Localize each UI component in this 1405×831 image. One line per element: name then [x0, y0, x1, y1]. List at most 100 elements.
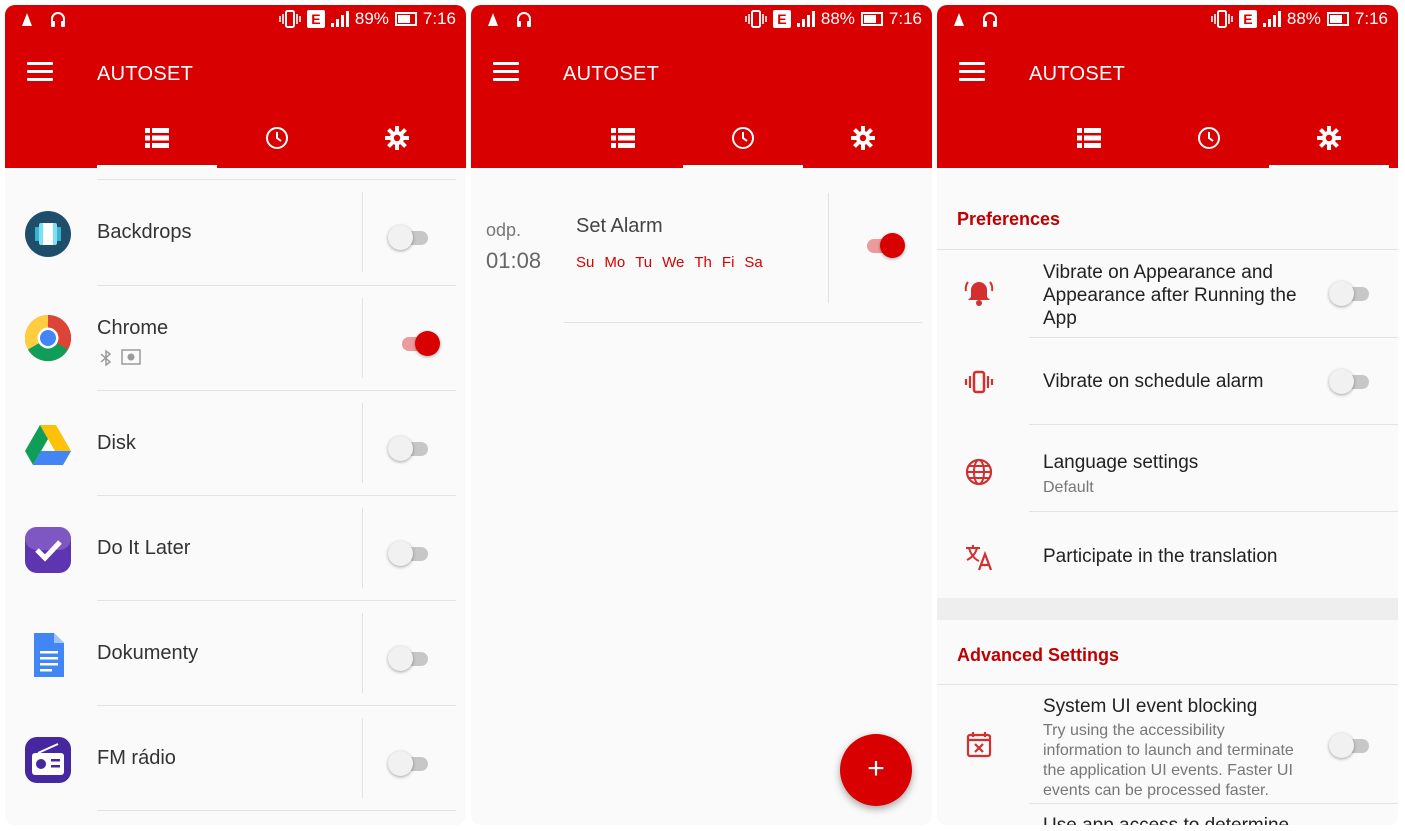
- pref-title: Language settings: [1043, 452, 1199, 473]
- app-row-backdrops[interactable]: Backdrops: [5, 180, 466, 285]
- app-row-dokumenty[interactable]: Dokumenty: [5, 601, 466, 706]
- gear-icon: [851, 126, 875, 150]
- app-name: Chrome: [97, 317, 169, 339]
- day-label: Th: [694, 254, 712, 271]
- day-label: We: [662, 254, 685, 271]
- app-row-do-it-later[interactable]: Do It Later: [5, 496, 466, 601]
- add-alarm-button[interactable]: +: [840, 734, 912, 806]
- brightness-icon: [121, 349, 141, 365]
- toolbar: AUTOSET: [471, 50, 932, 100]
- tab-settings[interactable]: [803, 108, 923, 168]
- hamburger-menu-icon[interactable]: [493, 62, 519, 84]
- battery-icon: [860, 12, 883, 26]
- app-toggle-fm-radio[interactable]: [388, 750, 430, 776]
- pref-title: Vibrate on schedule alarm: [1043, 371, 1264, 392]
- vibrate-status-icon: [279, 10, 301, 28]
- vibrate-status-icon: [1211, 10, 1233, 28]
- divider: [362, 613, 363, 693]
- calendar-x-icon: [966, 732, 992, 758]
- tab-schedule[interactable]: [217, 108, 337, 168]
- section-header-preferences: Preferences: [957, 209, 1061, 229]
- tab-schedule[interactable]: [1149, 108, 1269, 168]
- day-label: Tu: [635, 254, 653, 271]
- pref-vibrate-appearance[interactable]: Vibrate on Appearance and Appearance aft…: [937, 250, 1398, 337]
- section-separator: [937, 598, 1398, 620]
- tab-schedule[interactable]: [683, 108, 803, 168]
- headphones-icon: [517, 12, 531, 27]
- pref-title: System UI event blocking: [1043, 696, 1258, 717]
- signal-icon: [330, 11, 349, 27]
- bluetooth-icon: [100, 349, 112, 367]
- status-bar: E 88% 7:16: [937, 5, 1398, 35]
- toolbar: AUTOSET: [5, 50, 466, 100]
- pref-vibrate-schedule[interactable]: Vibrate on schedule alarm: [937, 338, 1398, 425]
- fm-radio-app-icon: [25, 737, 71, 783]
- gear-icon: [1317, 126, 1341, 150]
- app-toggle-backdrops[interactable]: [388, 224, 430, 250]
- app-name: Dokumenty: [97, 642, 199, 664]
- day-label: Fi: [721, 254, 735, 271]
- battery-icon: [1326, 12, 1349, 26]
- tab-apps[interactable]: [563, 108, 683, 168]
- tab-settings[interactable]: [1269, 108, 1389, 168]
- day-label: Su: [576, 254, 595, 271]
- hamburger-menu-icon[interactable]: [959, 62, 985, 84]
- tab-apps[interactable]: [1029, 108, 1149, 168]
- network-type-badge: E: [772, 10, 791, 28]
- hamburger-menu-icon[interactable]: [27, 62, 53, 84]
- app-row-chrome[interactable]: Chrome: [5, 286, 466, 391]
- battery-percent: 89%: [354, 9, 389, 28]
- pref-title: Use app access to determine: [1043, 814, 1313, 825]
- pref-toggle-vibrate-appearance[interactable]: [1329, 280, 1371, 306]
- app-toggle-do-it-later[interactable]: [388, 540, 430, 566]
- pref-ui-event-blocking[interactable]: System UI event blocking Try using the a…: [937, 685, 1398, 803]
- pref-subtitle: Try using the accessibility information …: [1043, 722, 1294, 799]
- app-toggle-disk[interactable]: [388, 435, 430, 461]
- app-bar: E 88% 7:16 AUTOSET: [937, 5, 1398, 168]
- clock-icon: [732, 127, 754, 149]
- pref-translation[interactable]: Participate in the translation: [937, 512, 1398, 599]
- pref-app-access[interactable]: Use app access to determine: [937, 804, 1398, 825]
- do-it-later-app-icon: [25, 527, 71, 573]
- divider: [362, 403, 363, 483]
- app-toggle-dokumenty[interactable]: [388, 645, 430, 671]
- clock-icon: [266, 127, 288, 149]
- divider: [362, 718, 363, 798]
- battery-icon: [394, 12, 417, 26]
- drive-app-icon: [25, 425, 71, 465]
- globe-icon: [965, 458, 993, 486]
- network-type-badge: E: [306, 10, 325, 28]
- divider: [362, 192, 363, 272]
- screen-settings: E 88% 7:16 AUTOSET Preferences Vibrate o…: [937, 5, 1398, 825]
- alarm-row[interactable]: odp. 01:08 Set Alarm Su Mo Tu We Th Fi S…: [471, 168, 932, 323]
- pref-language[interactable]: Language settings Default: [937, 425, 1398, 512]
- divider: [362, 298, 363, 378]
- backdrops-app-icon: [25, 211, 71, 257]
- app-row-disk[interactable]: Disk: [5, 391, 466, 496]
- divider: [828, 193, 829, 303]
- day-label: Mo: [604, 254, 626, 271]
- divider: [564, 322, 922, 323]
- tab-bar: [1029, 108, 1389, 168]
- app-feature-icons: [97, 349, 141, 367]
- app-toggle-chrome[interactable]: [398, 330, 440, 356]
- battery-percent: 88%: [820, 9, 855, 28]
- pref-title: Vibrate on Appearance and Appearance aft…: [1043, 262, 1297, 329]
- docs-app-icon: [34, 633, 64, 677]
- alarm-prefix: odp.: [486, 220, 522, 240]
- divider: [97, 810, 456, 811]
- headphones-icon: [983, 12, 997, 27]
- battery-percent: 88%: [1286, 9, 1321, 28]
- pref-toggle-vibrate-schedule[interactable]: [1329, 368, 1371, 394]
- list-icon: [1077, 128, 1101, 148]
- app-name: Disk: [97, 432, 136, 454]
- app-list: Backdrops Chrome Disk Do It Later Dokume…: [5, 168, 466, 825]
- tab-apps[interactable]: [97, 108, 217, 168]
- tab-settings[interactable]: [337, 108, 457, 168]
- app-row-fm-radio[interactable]: FM rádio: [5, 706, 466, 811]
- pref-toggle-ui-event-blocking[interactable]: [1329, 732, 1371, 758]
- screen-apps: E 89% 7:16 AUTOSET Backdrops Chrome Disk…: [5, 5, 466, 825]
- vibrate-status-icon: [745, 10, 767, 28]
- clock: 7:16: [888, 9, 922, 28]
- alarm-toggle[interactable]: [863, 232, 905, 258]
